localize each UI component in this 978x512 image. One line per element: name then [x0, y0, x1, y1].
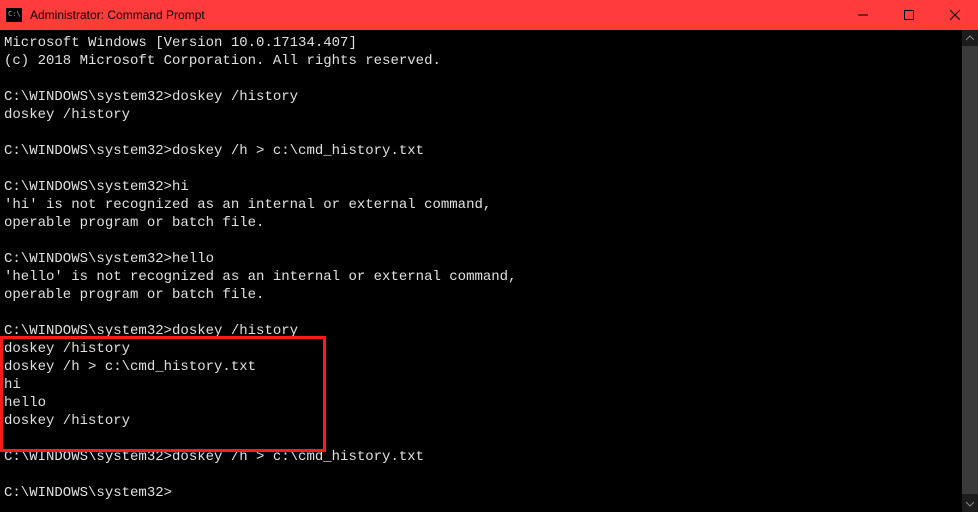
terminal-line: C:\WINDOWS\system32>doskey /h > c:\cmd_h… [4, 448, 962, 466]
terminal-line: doskey /history [4, 106, 962, 124]
terminal-line: doskey /h > c:\cmd_history.txt [4, 358, 962, 376]
terminal-line: Microsoft Windows [Version 10.0.17134.40… [4, 34, 962, 52]
terminal-line: (c) 2018 Microsoft Corporation. All righ… [4, 52, 962, 70]
terminal-line: hi [4, 376, 962, 394]
chevron-up-icon [966, 34, 974, 42]
terminal-line: C:\WINDOWS\system32> [4, 484, 962, 502]
window-title: Administrator: Command Prompt [30, 8, 840, 22]
minimize-icon [858, 10, 868, 20]
terminal-line: hello [4, 394, 962, 412]
terminal-line: C:\WINDOWS\system32>hello [4, 250, 962, 268]
maximize-button[interactable] [886, 0, 932, 30]
maximize-icon [904, 10, 914, 20]
terminal-line [4, 70, 962, 88]
terminal-line: 'hello' is not recognized as an internal… [4, 268, 962, 286]
terminal-line [4, 304, 962, 322]
terminal-line [4, 466, 962, 484]
cmd-icon [6, 8, 22, 22]
minimize-button[interactable] [840, 0, 886, 30]
terminal-line [4, 160, 962, 178]
scroll-up-button[interactable] [962, 30, 978, 46]
vertical-scrollbar[interactable] [962, 30, 978, 512]
scroll-thumb[interactable] [962, 46, 978, 494]
scroll-down-button[interactable] [962, 496, 978, 512]
terminal-line: C:\WINDOWS\system32>doskey /history [4, 88, 962, 106]
terminal-line: C:\WINDOWS\system32>doskey /h > c:\cmd_h… [4, 142, 962, 160]
terminal-line: C:\WINDOWS\system32>doskey /history [4, 322, 962, 340]
window-titlebar[interactable]: Administrator: Command Prompt [0, 0, 978, 30]
terminal-line: doskey /history [4, 340, 962, 358]
terminal-line: 'hi' is not recognized as an internal or… [4, 196, 962, 214]
terminal-line: operable program or batch file. [4, 286, 962, 304]
terminal-client-area: Microsoft Windows [Version 10.0.17134.40… [0, 30, 978, 512]
close-icon [950, 10, 960, 20]
terminal-line [4, 430, 962, 448]
terminal-output[interactable]: Microsoft Windows [Version 10.0.17134.40… [4, 34, 962, 512]
window-controls [840, 0, 978, 30]
terminal-line [4, 124, 962, 142]
terminal-line [4, 232, 962, 250]
terminal-line: C:\WINDOWS\system32>hi [4, 178, 962, 196]
chevron-down-icon [966, 500, 974, 508]
terminal-line: doskey /history [4, 412, 962, 430]
close-button[interactable] [932, 0, 978, 30]
terminal-line: operable program or batch file. [4, 214, 962, 232]
